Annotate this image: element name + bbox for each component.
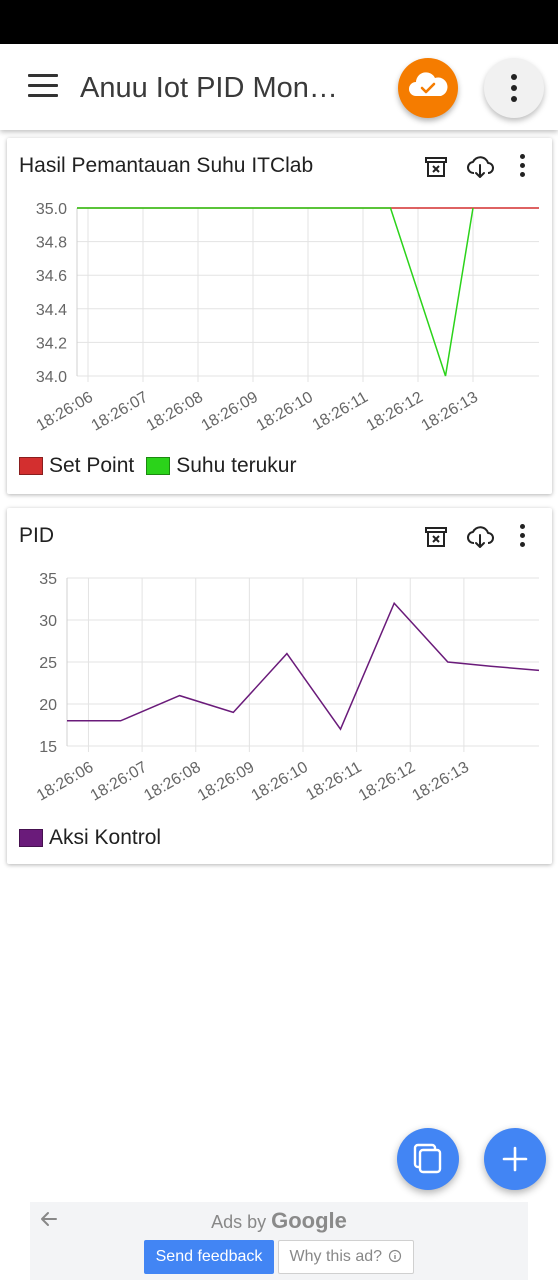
pid-card: PID 35 30 25 20 15 18:26:06 18:26:07 18:26:08 18… [7, 508, 552, 864]
cloud-download-icon[interactable] [465, 522, 495, 552]
series-line-suhu-terukur [77, 207, 474, 377]
x-tick-label: 18:26:06 [34, 759, 97, 805]
archive-clear-icon[interactable] [421, 152, 451, 182]
pid-card-title: PID [19, 524, 55, 547]
y-tick-label: 30 [39, 613, 57, 630]
y-tick-label: 35 [39, 571, 57, 588]
hamburger-menu-icon[interactable] [22, 70, 62, 104]
pid-chart: 353025201518:26:0618:26:0718:26:0818:26:… [34, 571, 540, 805]
y-tick-label: 34.4 [36, 302, 67, 319]
temperature-card: Hasil Pemantauan Suhu ITClab 35.0 34.8 34.… [7, 138, 552, 494]
legend-label: Suhu terukur [176, 454, 297, 477]
legend-label: Aksi Kontrol [49, 826, 162, 849]
y-tick-label: 34.2 [36, 335, 67, 352]
send-feedback-button[interactable]: Send feedback [144, 1240, 274, 1274]
legend-swatch [19, 457, 43, 475]
x-tick-label: 18:26:06 [34, 389, 97, 435]
legend-item-suhu-terukur[interactable]: Suhu terukur [146, 454, 296, 478]
info-icon [389, 1249, 402, 1263]
why-this-ad-button[interactable]: Why this ad? [278, 1240, 414, 1274]
y-tick-label: 20 [39, 697, 57, 714]
x-tick-label: 18:26:10 [249, 759, 312, 805]
ad-label-prefix: Ads by [211, 1212, 267, 1232]
temperature-card-title: Hasil Pemantauan Suhu ITClab [19, 154, 314, 177]
legend-item-aksi-kontrol[interactable]: Aksi Kontrol [19, 826, 161, 850]
ad-banner: Ads by Google Send feedback Why this ad? [30, 1202, 528, 1280]
y-tick-label: 15 [39, 739, 57, 756]
x-tick-label: 18:26:12 [356, 759, 419, 805]
cloud-check-icon [409, 72, 448, 96]
x-tick-label: 18:26:11 [303, 759, 364, 804]
app-title: Anuu Iot PID Mon… [80, 72, 338, 104]
y-tick-label: 35.0 [36, 201, 67, 218]
y-tick-label: 34.0 [36, 369, 67, 386]
temperature-legend: Set Point Suhu terukur [19, 454, 308, 478]
copy-icon [413, 1143, 442, 1174]
plus-icon [502, 1146, 528, 1172]
x-tick-label: 18:26:13 [419, 389, 482, 435]
more-options-button[interactable] [484, 58, 544, 118]
add-button[interactable] [484, 1128, 546, 1190]
app-bar: Anuu Iot PID Mon… [0, 44, 558, 130]
ad-label: Ads by Google [30, 1208, 528, 1234]
x-tick-label: 18:26:11 [310, 389, 371, 434]
cloud-download-icon[interactable] [465, 152, 495, 182]
legend-item-set-point[interactable]: Set Point [19, 454, 134, 478]
temperature-chart: 35.0 34.8 34.6 34.4 34.2 34.0 18:26:0618:26:07… [34, 201, 539, 435]
x-tick-label: 18:26:09 [195, 759, 258, 805]
x-tick-label: 18:26:13 [409, 759, 472, 805]
legend-label: Set Point [49, 454, 135, 477]
copy-button[interactable] [397, 1128, 459, 1190]
cloud-sync-button[interactable] [398, 58, 458, 118]
y-tick-label: 34.6 [36, 268, 67, 285]
card-more-button[interactable] [512, 520, 534, 554]
x-tick-label: 18:26:12 [364, 389, 427, 435]
x-tick-label: 18:26:07 [88, 759, 151, 805]
x-tick-label: 18:26:08 [144, 389, 207, 435]
x-tick-label: 18:26:07 [89, 389, 152, 435]
pid-legend: Aksi Kontrol [19, 826, 173, 850]
archive-clear-icon[interactable] [421, 522, 451, 552]
legend-swatch [19, 829, 43, 847]
google-logo: Google [271, 1208, 347, 1233]
why-this-ad-label: Why this ad? [289, 1248, 383, 1265]
x-tick-label: 18:26:09 [199, 389, 262, 435]
y-tick-label: 25 [39, 655, 57, 672]
y-tick-label: 34.8 [36, 235, 67, 252]
legend-swatch [146, 457, 171, 475]
status-bar [0, 0, 558, 44]
x-tick-label: 18:26:10 [254, 389, 317, 435]
x-tick-label: 18:26:08 [141, 759, 204, 805]
card-more-button[interactable] [512, 150, 534, 184]
